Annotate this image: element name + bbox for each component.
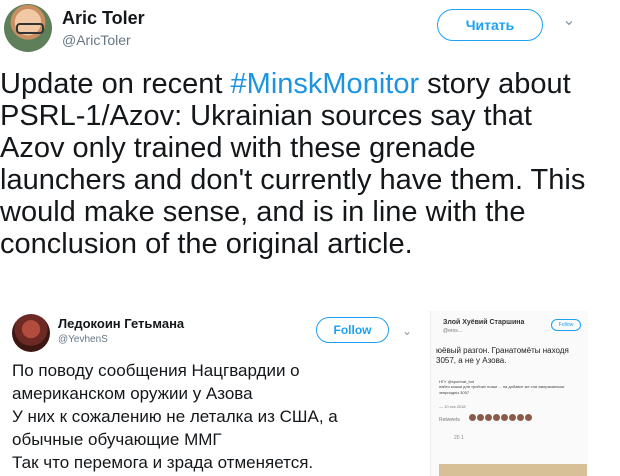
avatar (509, 414, 516, 421)
quoted-date: — 10 сек 2018 (439, 404, 466, 409)
embedded-text-line: американском оружии у Азова (12, 384, 253, 403)
embedded-image[interactable]: Ледокоин Гетьмана @YevhenS Follow ⌄ По п… (0, 300, 620, 476)
tweet-header: Aric Toler @AricToler Читать ⌄ (0, 0, 620, 62)
hashtag-link[interactable]: #MinskMonitor (231, 68, 420, 100)
avatar (469, 414, 476, 421)
author-handle[interactable]: @AricToler (62, 32, 131, 48)
avatar (493, 414, 500, 421)
quoted-text: юёвый разгон. Гранатомёты находя 3057, а… (436, 346, 569, 365)
quoted-retweets: Retweets (439, 417, 460, 423)
chevron-down-icon[interactable]: ⌄ (562, 13, 576, 29)
avatar (525, 414, 532, 421)
retweeter-avatars (469, 414, 532, 421)
quoted-banner (439, 464, 587, 476)
avatar (477, 414, 484, 421)
embedded-chevron-down-icon: ⌄ (402, 324, 413, 338)
quoted-meta: найти кошки для тройчих нозки ... на доб… (439, 384, 565, 389)
quoted-author-handle: @eros... (443, 328, 462, 334)
avatar (501, 414, 508, 421)
tweet-text: Update on recent #MinskMonitor story abo… (0, 68, 600, 260)
avatar (517, 414, 524, 421)
embedded-text-line: Так что перемога и зрада отменяется. (12, 453, 314, 472)
quoted-author-name: Злой Хуёвий Старшина (443, 319, 525, 326)
embedded-avatar (12, 314, 50, 352)
quoted-screenshot: Злой Хуёвий Старшина @eros... Follow юёв… (430, 311, 588, 476)
embedded-text-line: По поводу сообщения Нацгвардии о (12, 361, 300, 380)
embedded-author-handle: @YevhenS (58, 334, 108, 345)
avatar (485, 414, 492, 421)
embedded-follow-button: Follow (316, 317, 389, 343)
embedded-text-line: У них к сожалению не леталка из США, а (12, 407, 338, 426)
follow-button[interactable]: Читать (437, 9, 543, 41)
embedded-tweet-text: По поводу сообщения Нацгвардии о америка… (12, 359, 414, 474)
embedded-text-line: обычные обучающие ММГ (12, 430, 222, 449)
embedded-author-name: Ледокоин Гетьмана (58, 316, 185, 331)
quoted-actions: 20 1 (454, 435, 464, 441)
quoted-follow-button: Follow (551, 319, 581, 331)
tweet-text-prefix: Update on recent (0, 68, 231, 100)
author-avatar[interactable] (4, 4, 52, 52)
quoted-meta: зеприодніз 3057 (439, 390, 470, 395)
author-name[interactable]: Aric Toler (62, 8, 145, 29)
